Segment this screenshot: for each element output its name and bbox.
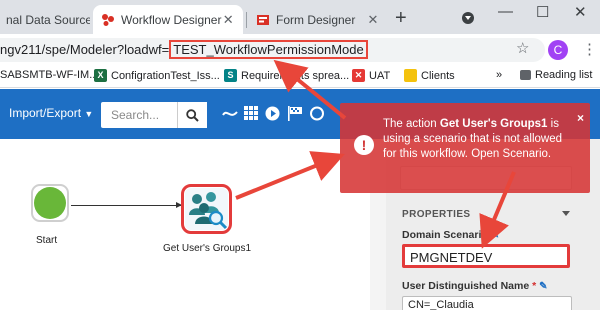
settings-partial-icon[interactable] — [310, 106, 324, 121]
bookmark-label: SABSMTB-WF-IM... — [0, 69, 99, 81]
bookmark-item[interactable]: ✕ UAT — [352, 69, 390, 82]
reading-list-button[interactable]: Reading list — [520, 69, 592, 81]
tab-search-icon[interactable] — [462, 12, 474, 24]
close-window-button[interactable]: ✕ — [574, 3, 587, 21]
properties-header: PROPERTIES — [402, 209, 471, 220]
required-marker: * — [532, 280, 537, 292]
tab-close-icon[interactable]: ✕ — [221, 12, 235, 28]
reading-list-icon — [520, 70, 531, 80]
grid-icon[interactable] — [244, 106, 258, 120]
bookmarks-more-button[interactable]: » — [496, 69, 502, 81]
toast-prefix: The action — [383, 118, 440, 130]
excel-icon: X — [94, 69, 107, 82]
tab-external-data-source[interactable]: nal Data Source: ✕ — [0, 5, 90, 34]
user-dn-label-text: User Distinguished Name — [402, 280, 530, 292]
url-prefix: ngv211/spe/Modeler?loadwf= — [0, 42, 170, 57]
url-field[interactable]: ngv211/spe/Modeler?loadwf= TEST_WorkflowP… — [0, 38, 545, 62]
bookmark-item[interactable]: S Requirements sprea... — [224, 69, 349, 82]
bookmark-label: Clients — [421, 69, 455, 82]
run-icon[interactable] — [265, 106, 280, 121]
maximize-button[interactable]: ☐ — [536, 3, 549, 21]
form-favicon-icon — [257, 14, 269, 25]
search-input[interactable] — [101, 102, 177, 128]
sharepoint-icon: S — [224, 69, 237, 82]
bookmark-item[interactable]: SABSMTB-WF-IM... — [0, 69, 98, 81]
get-users-groups-node[interactable] — [181, 184, 232, 234]
import-export-label: Import/Export — [9, 106, 82, 120]
bookmark-item[interactable]: X ConfigrationTest_Iss... — [94, 69, 220, 82]
minimize-button[interactable]: — — [498, 3, 513, 20]
address-bar: ngv211/spe/Modeler?loadwf= TEST_WorkflowP… — [0, 34, 600, 66]
tab-label: nal Data Source: — [6, 12, 90, 27]
bookmark-label: Requirements sprea... — [241, 69, 350, 82]
start-node[interactable] — [31, 184, 69, 222]
reading-list-label: Reading list — [535, 69, 593, 81]
domain-scenario-label: Domain Scenario ✎ — [402, 229, 499, 241]
connector-line[interactable] — [71, 202, 182, 208]
url-workflow-name: TEST_WorkflowPermissionMode — [169, 40, 368, 59]
workflow-favicon-icon — [102, 13, 114, 26]
workflow-canvas[interactable]: Start Get User's Groups1 — [0, 139, 386, 310]
domain-scenario-label-text: Domain Scenario — [402, 229, 488, 241]
start-circle-icon — [34, 187, 66, 219]
bookmark-star-icon[interactable]: ☆ — [516, 39, 529, 57]
exclamation-icon: ! — [354, 135, 374, 155]
bookmark-item[interactable]: Clients — [404, 69, 455, 82]
caret-down-icon: ▼ — [84, 109, 94, 119]
bookmark-label: ConfigrationTest_Iss... — [111, 69, 220, 82]
user-dn-field[interactable]: CN=_Claudia — [402, 296, 572, 310]
tab-workflow-designer[interactable]: Workflow Designer ✕ — [93, 5, 243, 34]
browser-menu-icon[interactable]: ⋮ — [582, 40, 597, 58]
bookmark-label: UAT — [369, 69, 391, 82]
tab-form-designer[interactable]: Form Designer ✕ — [248, 5, 388, 34]
error-toast[interactable]: ! The action Get User's Groups1 is using… — [340, 103, 590, 193]
pencil-icon[interactable]: ✎ — [539, 281, 547, 292]
user-dn-label: User Distinguished Name * ✎ — [402, 280, 548, 292]
collapse-caret-icon[interactable] — [562, 211, 570, 216]
pencil-icon[interactable]: ✎ — [491, 230, 499, 241]
activity-node-label: Get User's Groups1 — [163, 243, 252, 254]
users-search-icon — [189, 192, 228, 230]
start-node-label: Start — [36, 235, 58, 246]
folder-icon — [404, 69, 417, 82]
search-icon — [186, 108, 199, 122]
tab-label: Form Designer — [276, 12, 356, 27]
uat-icon: ✕ — [352, 69, 365, 82]
new-tab-button[interactable]: + — [395, 8, 407, 28]
connector-tool-icon[interactable] — [222, 106, 238, 122]
tab-close-icon[interactable]: ✕ — [366, 12, 380, 28]
import-export-menu[interactable]: Import/Export ▼ — [9, 106, 93, 120]
tab-divider — [246, 12, 247, 28]
tab-label: Workflow Designer — [121, 12, 222, 27]
browser-tab-strip: nal Data Source: ✕ Workflow Designer ✕ F… — [0, 0, 600, 34]
toast-close-icon[interactable]: × — [577, 111, 584, 125]
domain-scenario-field[interactable]: PMGNETDEV — [402, 244, 570, 268]
search-button[interactable] — [177, 102, 207, 128]
profile-avatar[interactable]: C — [548, 40, 568, 60]
bookmarks-bar: SABSMTB-WF-IM... X ConfigrationTest_Iss.… — [0, 66, 600, 88]
toast-message: The action Get User's Groups1 is using a… — [383, 117, 569, 162]
toast-action-name: Get User's Groups1 — [439, 118, 548, 130]
flag-icon[interactable] — [287, 106, 303, 121]
